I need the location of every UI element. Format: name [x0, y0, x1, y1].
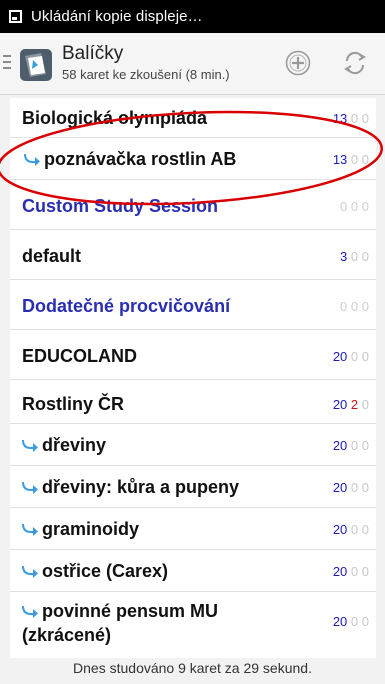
page-title: Balíčky	[62, 43, 124, 64]
review-count: 0	[361, 111, 369, 126]
deck-name: povinné pensum MU	[22, 601, 218, 622]
deck-name: Custom Study Session	[22, 196, 219, 216]
learn-count: 0	[350, 111, 359, 126]
deck-counts: 13 0 0	[333, 111, 369, 126]
new-count: 0	[340, 299, 348, 314]
drawer-menu-icon[interactable]	[3, 55, 11, 71]
deck-name: graminoidy	[22, 519, 139, 540]
subdeck-arrow-icon	[22, 606, 38, 618]
deck-name: Dodatečné procvičování	[22, 296, 231, 316]
sync-icon[interactable]	[340, 48, 370, 78]
deck-name-text: poznávačka rostlin AB	[44, 149, 237, 169]
review-count: 0	[361, 438, 369, 453]
new-count: 20	[332, 349, 348, 364]
review-count: 0	[361, 480, 369, 495]
deck-app-icon[interactable]	[19, 48, 53, 82]
review-count: 0	[361, 299, 369, 314]
review-count: 0	[361, 397, 369, 412]
deck-counts: 20 0 0	[333, 564, 369, 579]
deck-counts: 0 0 0	[340, 199, 369, 214]
deck-counts: 20 0 0	[333, 614, 369, 629]
new-count: 20	[332, 397, 348, 412]
learn-count: 0	[350, 299, 359, 314]
deck-name: ostřice (Carex)	[22, 561, 168, 582]
new-count: 20	[332, 522, 348, 537]
deck-counts: 20 0 0	[333, 438, 369, 453]
new-count: 20	[332, 614, 348, 629]
study-summary: Dnes studováno 9 karet za 29 sekund.	[0, 660, 385, 684]
new-count: 20	[332, 438, 348, 453]
deck-name: default	[22, 246, 82, 266]
learn-count: 0	[350, 152, 359, 167]
review-count: 0	[361, 152, 369, 167]
learn-count: 0	[350, 614, 359, 629]
subdeck-arrow-icon	[22, 524, 38, 536]
deck-counts: 20 0 0	[333, 349, 369, 364]
subdeck-arrow-icon	[22, 482, 38, 494]
deck-counts: 20 0 0	[333, 480, 369, 495]
add-circle-icon[interactable]	[285, 50, 311, 76]
review-count: 0	[361, 564, 369, 579]
deck-row[interactable]: ostřice (Carex) 20 0 0	[10, 550, 376, 592]
deck-row[interactable]: graminoidy 20 0 0	[10, 508, 376, 550]
learn-count: 0	[350, 522, 359, 537]
deck-counts: 13 0 0	[333, 152, 369, 167]
deck-name: dřeviny: kůra a pupeny	[22, 477, 239, 498]
review-count: 0	[361, 614, 369, 629]
deck-name: EDUCOLAND	[22, 346, 137, 366]
deck-row[interactable]: Rostliny ČR 20 2 0	[10, 382, 376, 424]
deck-list: Biologická olympiáda 13 0 0 poznávačka r…	[10, 98, 376, 658]
review-count: 0	[361, 199, 369, 214]
subdeck-arrow-icon	[22, 440, 38, 452]
new-count: 20	[332, 564, 348, 579]
deck-counts: 20 0 0	[333, 522, 369, 537]
deck-counts: 0 0 0	[340, 299, 369, 314]
deck-name: dřeviny	[22, 435, 106, 456]
deck-row[interactable]: povinné pensum MU (zkrácené) 20 0 0	[10, 592, 376, 654]
deck-name-continued: (zkrácené)	[22, 625, 112, 645]
learn-count: 0	[350, 199, 359, 214]
new-count: 0	[340, 199, 348, 214]
screenshot-icon	[9, 10, 22, 23]
learn-count: 2	[350, 397, 359, 412]
deck-name-text: graminoidy	[42, 519, 140, 539]
action-bar: Balíčky 58 karet ke zkoušení (8 min.)	[0, 33, 385, 95]
deck-name-text: povinné pensum MU	[42, 601, 219, 621]
deck-row[interactable]: EDUCOLAND 20 0 0	[10, 332, 376, 380]
deck-name: Rostliny ČR	[22, 394, 125, 414]
learn-count: 0	[350, 564, 359, 579]
learn-count: 0	[350, 438, 359, 453]
deck-row[interactable]: poznávačka rostlin AB 13 0 0	[10, 138, 376, 180]
learn-count: 0	[350, 249, 359, 264]
learn-count: 0	[350, 349, 359, 364]
new-count: 3	[340, 249, 348, 264]
subdeck-arrow-icon	[22, 566, 38, 578]
status-text: Ukládání kopie displeje…	[31, 8, 203, 25]
deck-name-text: ostřice (Carex)	[42, 561, 169, 581]
review-count: 0	[361, 522, 369, 537]
deck-counts: 3 0 0	[340, 249, 369, 264]
deck-counts: 20 2 0	[333, 397, 369, 412]
new-count: 13	[332, 111, 348, 126]
deck-name-text: dřeviny: kůra a pupeny	[42, 477, 240, 497]
deck-row[interactable]: Custom Study Session 0 0 0	[10, 182, 376, 230]
subdeck-arrow-icon	[24, 154, 40, 166]
page-subtitle: 58 karet ke zkoušení (8 min.)	[62, 67, 230, 82]
deck-row[interactable]: Dodatečné procvičování 0 0 0	[10, 282, 376, 330]
new-count: 20	[332, 480, 348, 495]
deck-row[interactable]: dřeviny 20 0 0	[10, 424, 376, 466]
deck-name: Biologická olympiáda	[22, 108, 208, 128]
learn-count: 0	[350, 480, 359, 495]
status-bar: Ukládání kopie displeje…	[0, 0, 385, 33]
deck-row[interactable]: dřeviny: kůra a pupeny 20 0 0	[10, 466, 376, 508]
deck-row[interactable]: Biologická olympiáda 13 0 0	[10, 98, 376, 138]
deck-row[interactable]: default 3 0 0	[10, 232, 376, 280]
deck-name-text: dřeviny	[42, 435, 107, 455]
deck-name: poznávačka rostlin AB	[24, 149, 236, 170]
review-count: 0	[361, 349, 369, 364]
new-count: 13	[332, 152, 348, 167]
review-count: 0	[361, 249, 369, 264]
